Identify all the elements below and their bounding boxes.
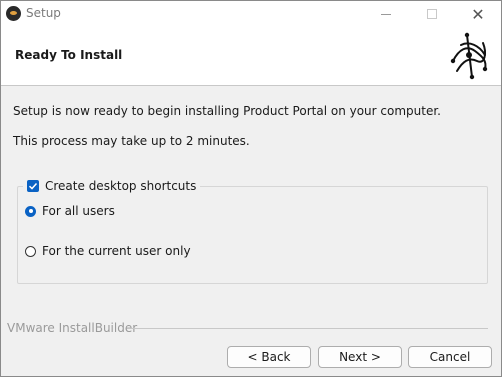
page-title: Ready To Install xyxy=(15,48,123,62)
close-button[interactable]: ✕ xyxy=(455,1,501,27)
maximize-icon xyxy=(427,9,437,19)
title-bar[interactable]: Setup ✕ xyxy=(1,1,501,27)
minimize-button[interactable] xyxy=(363,1,409,27)
maximize-button[interactable] xyxy=(409,1,455,27)
next-button[interactable]: Next > xyxy=(318,346,402,368)
minimize-icon xyxy=(381,13,391,15)
checkbox-checked-icon xyxy=(27,180,39,192)
footer-divider xyxy=(131,328,488,329)
radio-all-users-label: For all users xyxy=(42,204,115,218)
close-icon: ✕ xyxy=(471,4,485,24)
desktop-shortcuts-label: Create desktop shortcuts xyxy=(45,179,197,193)
ready-message: Setup is now ready to begin installing P… xyxy=(13,104,441,118)
radio-selected-icon xyxy=(25,205,36,217)
radio-unselected-icon xyxy=(25,245,36,257)
back-button[interactable]: < Back xyxy=(227,346,311,368)
radio-all-users[interactable]: For all users xyxy=(25,204,115,218)
radio-current-user-label: For the current user only xyxy=(42,244,191,258)
brand-label: VMware InstallBuilder xyxy=(7,321,138,335)
page-header: Ready To Install xyxy=(1,27,501,86)
cancel-button[interactable]: Cancel xyxy=(408,346,492,368)
setup-window: Setup ✕ Ready To Install Setup is now re… xyxy=(0,0,502,377)
window-title: Setup xyxy=(26,6,61,20)
installbuilder-logo-icon xyxy=(6,6,21,21)
radio-current-user[interactable]: For the current user only xyxy=(25,244,191,258)
installbuilder-logo-icon xyxy=(450,32,488,80)
options-group xyxy=(17,186,488,284)
desktop-shortcuts-checkbox[interactable]: Create desktop shortcuts xyxy=(23,178,201,194)
duration-message: This process may take up to 2 minutes. xyxy=(13,134,250,148)
